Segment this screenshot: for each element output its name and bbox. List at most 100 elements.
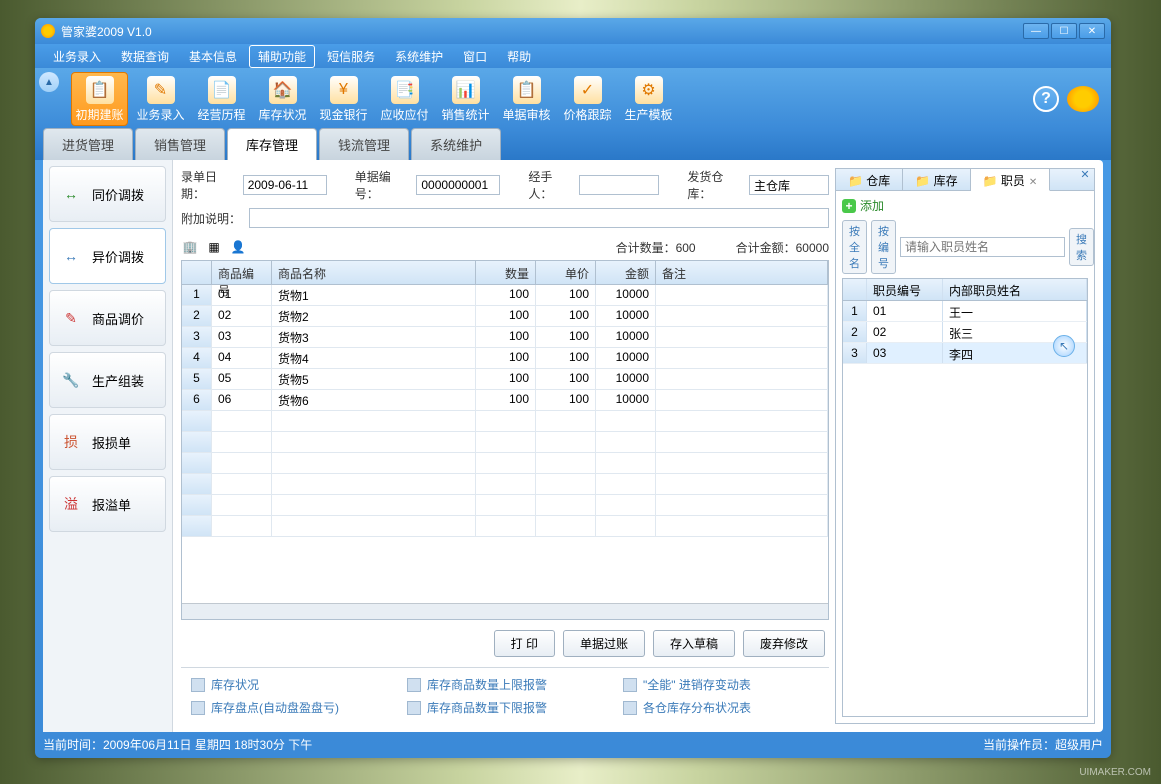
main-toolbar: 📋初期建账✎业务录入📄经营历程🏠库存状况¥现金银行📑应收应付📊销售统计📋单据审核… — [63, 68, 1033, 130]
panel-close-icon[interactable]: ✕ — [1078, 167, 1092, 181]
sidebar-item-同价调拨[interactable]: ↔同价调拨 — [49, 166, 166, 222]
employee-search-input[interactable] — [900, 237, 1065, 257]
form-area: 录单日期： 单据编号： 经手人： 发货仓库： 附加说明： 🏢 ▦ 👤 — [181, 168, 829, 724]
menu-7[interactable]: 帮助 — [499, 46, 539, 67]
table-row[interactable]: 101货物110010010000 — [182, 285, 828, 306]
billno-input[interactable] — [416, 175, 500, 195]
table-row[interactable]: 303货物310010010000 — [182, 327, 828, 348]
table-row[interactable]: 606货物610010010000 — [182, 390, 828, 411]
link-item[interactable]: 各仓库存分布状况表 — [623, 699, 819, 716]
search-button[interactable]: 搜索 — [1069, 228, 1094, 266]
link-item[interactable]: "全能" 进销存变动表 — [623, 676, 819, 693]
action-废弃修改[interactable]: 废弃修改 — [743, 630, 825, 657]
date-input[interactable] — [243, 175, 327, 195]
add-button[interactable]: + 添加 — [842, 197, 1088, 214]
link-icon — [407, 701, 421, 715]
filter-by-name-button[interactable]: 按全名 — [842, 220, 867, 274]
employee-row[interactable]: 202张三 — [843, 322, 1087, 343]
handler-input[interactable] — [579, 175, 659, 195]
toolbar-经营历程[interactable]: 📄经营历程 — [193, 72, 250, 126]
sidebar-item-商品调价[interactable]: ✎商品调价 — [49, 290, 166, 346]
toolbar-单据审核[interactable]: 📋单据审核 — [498, 72, 555, 126]
table-row[interactable]: 505货物510010010000 — [182, 369, 828, 390]
toolbar-icon: 🏠 — [269, 76, 297, 104]
toolbar-icon: ⚙ — [635, 76, 663, 104]
items-grid[interactable]: 商品编号商品名称数量单价金额备注 101货物110010010000202货物2… — [181, 260, 829, 620]
titlebar[interactable]: 管家婆2009 V1.0 — ☐ ✕ — [35, 18, 1111, 44]
action-单据过账[interactable]: 单据过账 — [563, 630, 645, 657]
panel-tab-职员[interactable]: 📁 职员✕ — [971, 169, 1051, 191]
table-row[interactable]: 202货物210010010000 — [182, 306, 828, 327]
table-row[interactable] — [182, 516, 828, 537]
toolbar-icon: ✓ — [574, 76, 602, 104]
link-item[interactable]: 库存状况 — [191, 676, 387, 693]
menu-0[interactable]: 业务录入 — [45, 46, 109, 67]
table-row[interactable]: 404货物410010010000 — [182, 348, 828, 369]
tab-close-icon[interactable]: ✕ — [1029, 177, 1037, 188]
table-row[interactable] — [182, 495, 828, 516]
panel-tab-库存[interactable]: 📁 库存 — [903, 169, 970, 190]
maximize-button[interactable]: ☐ — [1051, 23, 1077, 39]
link-item[interactable]: 库存商品数量下限报警 — [407, 699, 603, 716]
action-打 印[interactable]: 打 印 — [494, 630, 555, 657]
tab-系统维护[interactable]: 系统维护 — [411, 128, 501, 160]
close-button[interactable]: ✕ — [1079, 23, 1105, 39]
toolbar-业务录入[interactable]: ✎业务录入 — [132, 72, 189, 126]
window-title: 管家婆2009 V1.0 — [61, 23, 1023, 40]
statusbar: 当前时间：2009年06月11日 星期四 18时30分 下午 当前操作员：超级用… — [43, 734, 1103, 754]
toolbar-初期建账[interactable]: 📋初期建账 — [71, 72, 128, 126]
menu-2[interactable]: 基本信息 — [181, 46, 245, 67]
warehouse-input[interactable] — [749, 175, 829, 195]
employee-row[interactable]: 303李四 — [843, 343, 1087, 364]
panel-tab-仓库[interactable]: 📁 仓库 — [836, 169, 903, 190]
toolbar-销售统计[interactable]: 📊销售统计 — [437, 72, 494, 126]
table-row[interactable] — [182, 474, 828, 495]
toolbar-生产模板[interactable]: ⚙生产模板 — [620, 72, 677, 126]
sidebar-item-报损单[interactable]: 损报损单 — [49, 414, 166, 470]
sum-qty-label: 合计数量： — [616, 241, 676, 255]
menu-1[interactable]: 数据查询 — [113, 46, 177, 67]
table-row[interactable] — [182, 432, 828, 453]
menu-6[interactable]: 窗口 — [455, 46, 495, 67]
link-icon — [191, 678, 205, 692]
tab-销售管理[interactable]: 销售管理 — [135, 128, 225, 160]
grid-tool-user-icon[interactable]: 👤 — [229, 238, 247, 256]
tab-进货管理[interactable]: 进货管理 — [43, 128, 133, 160]
table-row[interactable] — [182, 411, 828, 432]
sum-amt-label: 合计金额： — [736, 241, 796, 255]
note-label: 附加说明： — [181, 210, 241, 227]
toolbar-价格跟踪[interactable]: ✓价格跟踪 — [559, 72, 616, 126]
table-row[interactable] — [182, 453, 828, 474]
tab-钱流管理[interactable]: 钱流管理 — [319, 128, 409, 160]
link-icon — [407, 678, 421, 692]
employee-grid[interactable]: 职员编号内部职员姓名 101王一202张三303李四 ↖ — [842, 278, 1088, 717]
toolbar-现金银行[interactable]: ¥现金银行 — [315, 72, 372, 126]
date-label: 录单日期： — [181, 168, 235, 202]
sidebar-item-报溢单[interactable]: 溢报溢单 — [49, 476, 166, 532]
grid-tool-building-icon[interactable]: 🏢 — [181, 238, 199, 256]
sidebar-item-生产组装[interactable]: 🔧生产组装 — [49, 352, 166, 408]
help-icon[interactable]: ? — [1033, 86, 1059, 112]
theme-icon[interactable] — [1067, 86, 1099, 112]
module-tabs: 进货管理销售管理库存管理钱流管理系统维护 — [35, 130, 1111, 160]
note-input[interactable] — [249, 208, 829, 228]
link-item[interactable]: 库存盘点(自动盘盈盘亏) — [191, 699, 387, 716]
action-存入草稿[interactable]: 存入草稿 — [653, 630, 735, 657]
filter-by-code-button[interactable]: 按编号 — [871, 220, 896, 274]
toolbar-应收应付[interactable]: 📑应收应付 — [376, 72, 433, 126]
grid-tool-table-icon[interactable]: ▦ — [205, 238, 223, 256]
toolbar-icon: 📄 — [208, 76, 236, 104]
scroll-arrow-icon[interactable]: ↖ — [1053, 335, 1075, 357]
toolbar-库存状况[interactable]: 🏠库存状况 — [254, 72, 311, 126]
employee-row[interactable]: 101王一 — [843, 301, 1087, 322]
menu-5[interactable]: 系统维护 — [387, 46, 451, 67]
toolbar-icon: ✎ — [147, 76, 175, 104]
sidebar-item-异价调拨[interactable]: ↔异价调拨 — [49, 228, 166, 284]
collapse-toolbar-icon[interactable]: ▲ — [39, 72, 59, 92]
menu-3[interactable]: 辅助功能 — [249, 45, 315, 68]
menu-4[interactable]: 短信服务 — [319, 46, 383, 67]
minimize-button[interactable]: — — [1023, 23, 1049, 39]
horizontal-scrollbar[interactable] — [182, 603, 828, 619]
tab-库存管理[interactable]: 库存管理 — [227, 128, 317, 160]
link-item[interactable]: 库存商品数量上限报警 — [407, 676, 603, 693]
